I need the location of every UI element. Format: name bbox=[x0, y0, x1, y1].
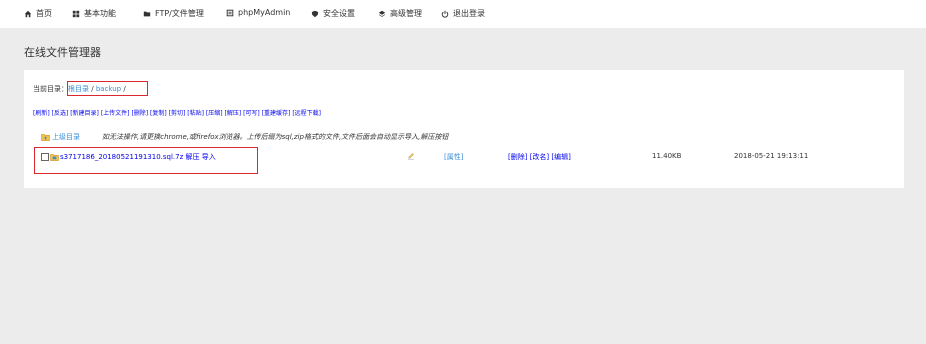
nav-phpmyadmin[interactable]: phpMyAdmin bbox=[226, 8, 290, 17]
page-title: 在线文件管理器 bbox=[24, 46, 101, 59]
nav-security[interactable]: 安全设置 bbox=[311, 8, 355, 19]
current-dir-label: 当前目录： bbox=[33, 85, 68, 93]
nav-logout-label: 退出登录 bbox=[453, 9, 485, 18]
highlight-box-file bbox=[34, 147, 258, 174]
layers-icon bbox=[378, 10, 386, 17]
grid-icon bbox=[72, 10, 80, 17]
action-compress[interactable]: [压缩] bbox=[206, 110, 223, 117]
database-icon bbox=[226, 9, 234, 16]
browser-hint-text: 如无法操作,请更换chrome,或firefox浏览器。上传后缀为sql,zip… bbox=[102, 133, 449, 141]
file-operations: [删除] [改名] [编辑] bbox=[508, 152, 571, 162]
nav-home-label: 首页 bbox=[36, 9, 52, 18]
nav-basic[interactable]: 基本功能 bbox=[72, 8, 116, 19]
home-icon bbox=[24, 10, 32, 17]
file-delete-link[interactable]: [删除] bbox=[508, 153, 527, 161]
action-refresh[interactable]: [刷新] bbox=[33, 110, 50, 117]
power-icon bbox=[441, 10, 449, 18]
toolbar-actions: [刷新] [反选] [新建目录] [上传文件] [删除] [复制] [剪切] [… bbox=[33, 108, 321, 117]
file-manager-panel: 当前目录：根目录 / backup / [刷新] [反选] [新建目录] [上传… bbox=[24, 70, 904, 188]
action-invert-select[interactable]: [反选] bbox=[52, 110, 69, 117]
nav-ftp-label: FTP/文件管理 bbox=[155, 9, 204, 18]
parent-directory-link[interactable]: 上级目录 bbox=[52, 132, 80, 142]
nav-advanced-label: 高级管理 bbox=[390, 9, 422, 18]
action-delete[interactable]: [删除] bbox=[131, 110, 148, 117]
file-attributes-link[interactable]: [属性] bbox=[444, 152, 463, 162]
nav-phpmyadmin-label: phpMyAdmin bbox=[238, 8, 291, 17]
nav-security-label: 安全设置 bbox=[323, 9, 355, 18]
nav-home[interactable]: 首页 bbox=[24, 8, 52, 19]
file-size: 11.40KB bbox=[652, 152, 682, 160]
action-upload[interactable]: [上传文件] bbox=[101, 110, 130, 117]
file-edit-link[interactable]: [编辑] bbox=[551, 153, 570, 161]
file-rename-link[interactable]: [改名] bbox=[530, 153, 549, 161]
folder-up-icon bbox=[41, 134, 50, 141]
action-copy[interactable]: [复制] bbox=[150, 110, 167, 117]
action-extract[interactable]: [解压] bbox=[224, 110, 241, 117]
action-cut[interactable]: [剪切] bbox=[169, 110, 186, 117]
top-navigation: 首页 基本功能 FTP/文件管理 phpMyAdmin 安全设置 高级管理 退出… bbox=[0, 0, 926, 28]
edit-pencil-icon[interactable] bbox=[407, 152, 415, 160]
action-new-folder[interactable]: [新建目录] bbox=[70, 110, 99, 117]
action-remote-download[interactable]: [远程下载] bbox=[292, 110, 321, 117]
action-writable[interactable]: [可写] bbox=[243, 110, 260, 117]
shield-icon bbox=[311, 10, 319, 17]
file-modified-time: 2018-05-21 19:13:11 bbox=[734, 152, 809, 160]
nav-basic-label: 基本功能 bbox=[84, 9, 116, 18]
nav-ftp[interactable]: FTP/文件管理 bbox=[143, 8, 204, 19]
highlight-box-breadcrumb bbox=[67, 81, 148, 96]
action-rebuild-cache[interactable]: [重建缓存] bbox=[262, 110, 291, 117]
nav-logout[interactable]: 退出登录 bbox=[441, 8, 485, 19]
action-paste[interactable]: [粘贴] bbox=[187, 110, 204, 117]
nav-advanced[interactable]: 高级管理 bbox=[378, 8, 422, 19]
parent-directory-row: 上级目录 如无法操作,请更换chrome,或firefox浏览器。上传后缀为sq… bbox=[41, 132, 448, 142]
folder-icon bbox=[143, 11, 151, 16]
